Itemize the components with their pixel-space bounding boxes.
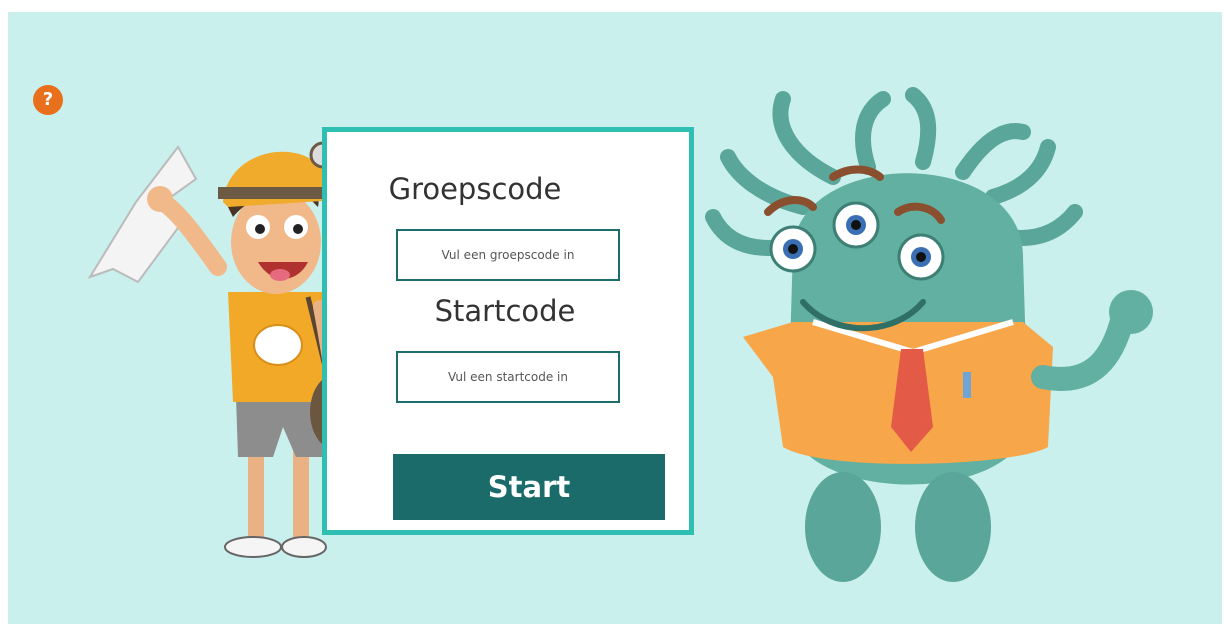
question-icon: ? bbox=[42, 89, 54, 110]
start-code-input[interactable] bbox=[396, 351, 620, 403]
start-code-label: Startcode bbox=[434, 294, 576, 328]
login-stage: ? Groepscode Vul een groepscode in Start… bbox=[8, 12, 1222, 624]
start-button[interactable]: Start bbox=[393, 454, 665, 520]
group-code-label: Groepscode bbox=[388, 172, 562, 206]
monster-illustration bbox=[705, 87, 1153, 582]
group-code-input[interactable] bbox=[396, 229, 620, 281]
help-button[interactable]: ? bbox=[33, 85, 63, 115]
login-card: Groepscode Startcode Start bbox=[322, 127, 694, 535]
